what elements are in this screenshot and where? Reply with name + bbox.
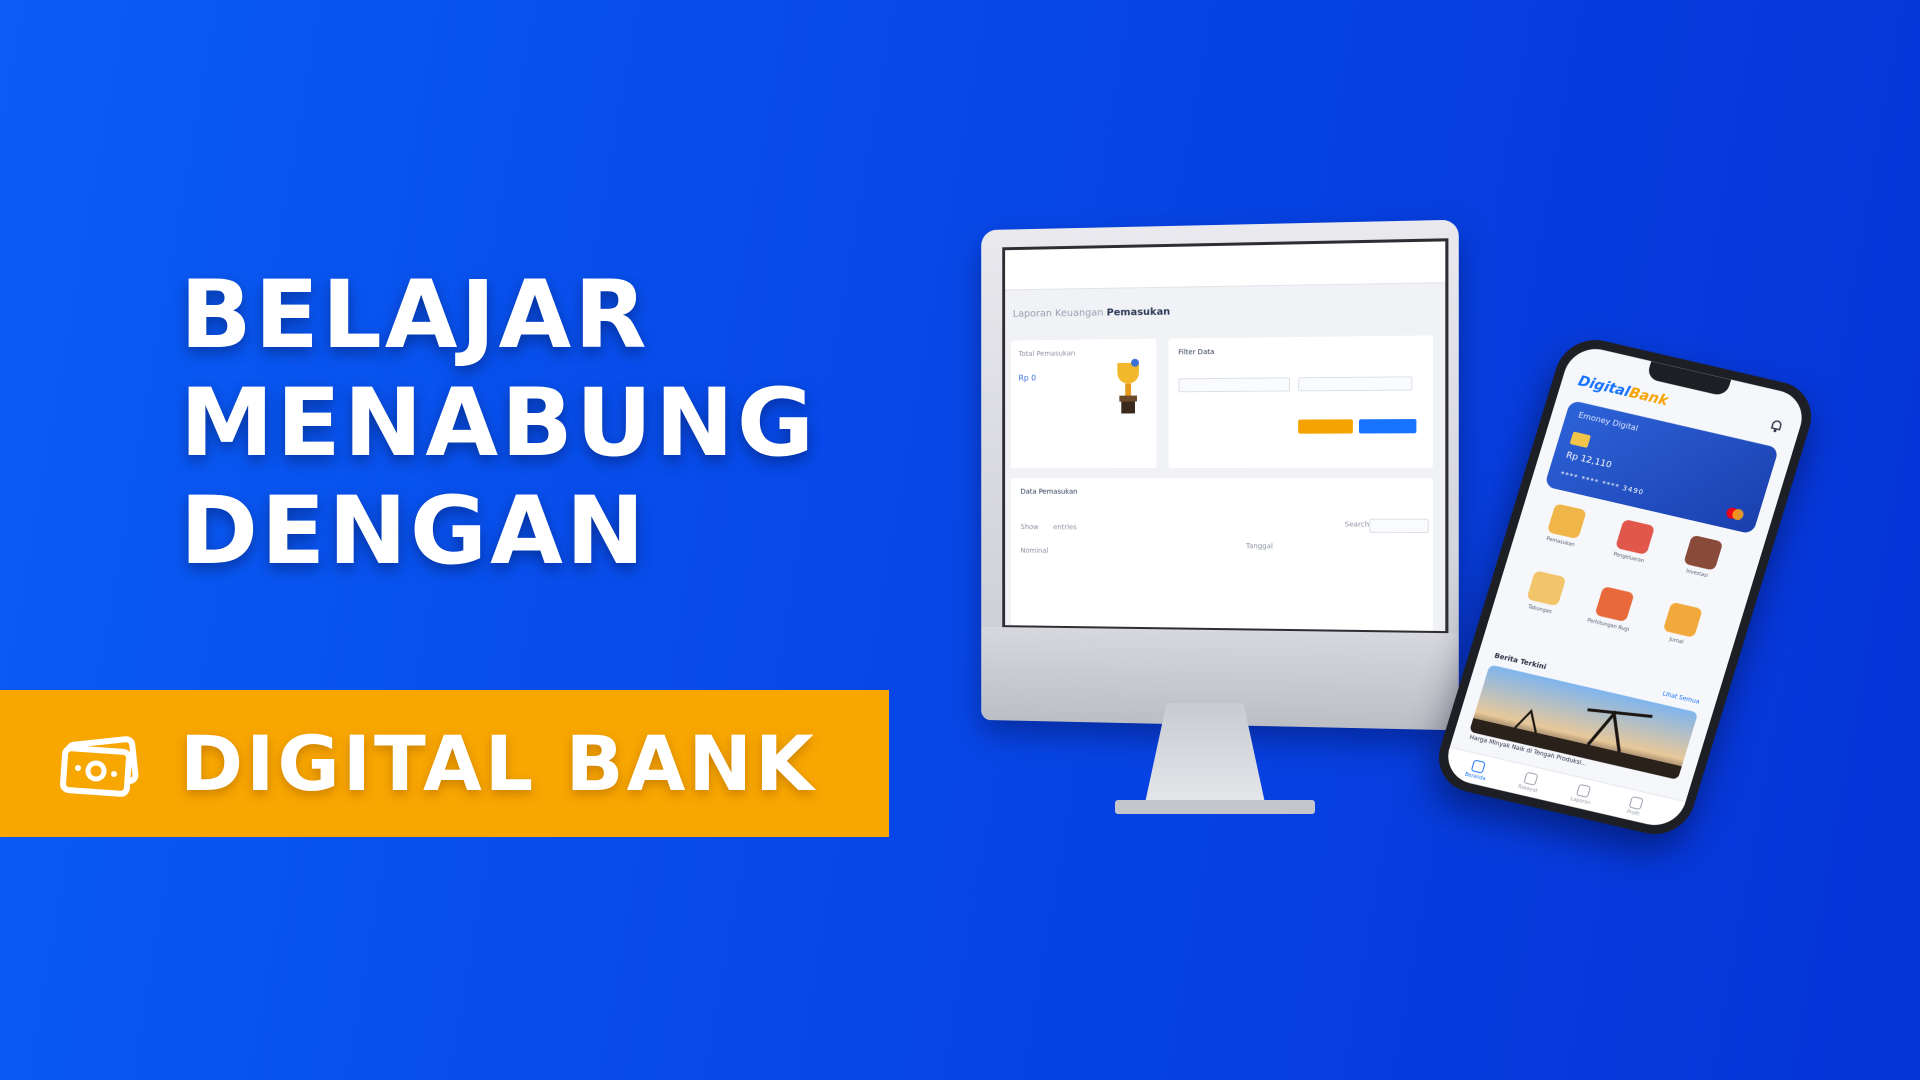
banner-label: DIGITAL BANK — [180, 719, 817, 808]
expense-icon — [1615, 519, 1656, 555]
tab-label: Beranda — [1463, 771, 1487, 783]
col-tanggal[interactable]: Tanggal — [1246, 542, 1273, 550]
mastercard-icon — [1726, 507, 1744, 520]
menu-item-tabungan[interactable]: Tabungan — [1508, 567, 1582, 620]
tab-label: Profil — [1625, 809, 1640, 818]
filter-button[interactable] — [1359, 419, 1417, 434]
table-search-input[interactable] — [1369, 518, 1429, 534]
summary-card: Total Pemasukan Rp 0 — [1010, 338, 1157, 469]
tab-history[interactable]: Riwayat — [1502, 767, 1557, 797]
monitor-body: Laporan Keuangan Pemasukan Total Pemasuk… — [981, 219, 1459, 731]
breadcrumb: Laporan Keuangan Pemasukan — [1013, 307, 1170, 320]
entries-label: entries — [1053, 523, 1077, 532]
home-icon — [1470, 759, 1486, 774]
card-number: **** **** **** 3490 — [1559, 469, 1646, 497]
monitor-foot — [1115, 800, 1315, 814]
tab-label: Laporan — [1569, 796, 1592, 807]
start-date-input[interactable] — [1178, 377, 1291, 393]
app-topbar — [1005, 241, 1446, 291]
filter-title: Filter Data — [1178, 348, 1215, 357]
app-logo-main: Digital — [1576, 373, 1632, 401]
tab-label: Riwayat — [1517, 784, 1539, 795]
savings-chart-icon — [1526, 570, 1567, 607]
desktop-monitor-mockup: Laporan Keuangan Pemasukan Total Pemasuk… — [975, 219, 1459, 825]
headline-title: BELAJAR MENABUNG DENGAN — [180, 262, 817, 586]
summary-amount: Rp 0 — [1018, 373, 1037, 383]
card-name: Emoney Digital — [1577, 410, 1640, 433]
income-icon — [1546, 503, 1587, 540]
report-icon — [1575, 783, 1592, 798]
profile-icon — [1628, 795, 1644, 811]
investment-icon — [1683, 534, 1724, 571]
bell-icon[interactable] — [1768, 418, 1786, 435]
tab-profile[interactable]: Profil — [1608, 792, 1663, 822]
app-logo-accent: Bank — [1626, 385, 1670, 410]
history-icon — [1523, 771, 1539, 786]
menu-item-pengeluaran[interactable]: Pengeluaran — [1597, 515, 1671, 568]
calculator-icon — [1594, 586, 1635, 623]
menu-item-pemasukan[interactable]: Pemasukan — [1528, 500, 1602, 553]
col-nominal[interactable]: Nominal — [1020, 547, 1048, 555]
menu-item-investasi[interactable]: Investasi — [1665, 531, 1739, 584]
show-label: Show — [1020, 523, 1039, 532]
table-title: Data Pemasukan — [1020, 487, 1078, 496]
end-date-input[interactable] — [1298, 376, 1413, 392]
headline-line-1: BELAJAR — [180, 261, 650, 370]
headline-line-2: MENABUNG — [180, 369, 817, 478]
trophy-icon — [1117, 358, 1139, 414]
menu-item-perhitungan[interactable]: Perhitungan Rugi — [1576, 583, 1650, 636]
card-chip-icon — [1569, 431, 1592, 448]
tab-home[interactable]: Beranda — [1450, 755, 1505, 785]
promo-see-all-link[interactable]: Lihat Semua — [1662, 690, 1701, 705]
journal-icon — [1662, 601, 1703, 638]
card-balance: Rp 12,110 — [1564, 450, 1613, 471]
summary-title: Total Pemasukan — [1018, 349, 1076, 359]
search-label: Search: — [1344, 520, 1372, 529]
menu-item-jurnal[interactable]: Jurnal — [1644, 598, 1718, 651]
phone-mockup: DigitalBank Emoney Digital Rp 12,110 ***… — [1429, 332, 1821, 842]
filter-card: Filter Data — [1168, 335, 1433, 469]
breadcrumb-current: Pemasukan — [1106, 306, 1171, 319]
digital-bank-banner: DIGITAL BANK — [0, 690, 889, 837]
breadcrumb-parent[interactable]: Laporan Keuangan — [1013, 308, 1104, 320]
monitor-screen: Laporan Keuangan Pemasukan Total Pemasuk… — [1002, 238, 1449, 635]
table-card: Data Pemasukan Show entries Search: Nomi… — [1010, 477, 1433, 631]
headline-line-3: DENGAN — [180, 477, 648, 586]
money-icon — [60, 736, 139, 797]
tab-report[interactable]: Laporan — [1555, 780, 1610, 810]
reset-button[interactable] — [1298, 419, 1353, 434]
phone-screen: DigitalBank Emoney Digital Rp 12,110 ***… — [1440, 343, 1810, 831]
